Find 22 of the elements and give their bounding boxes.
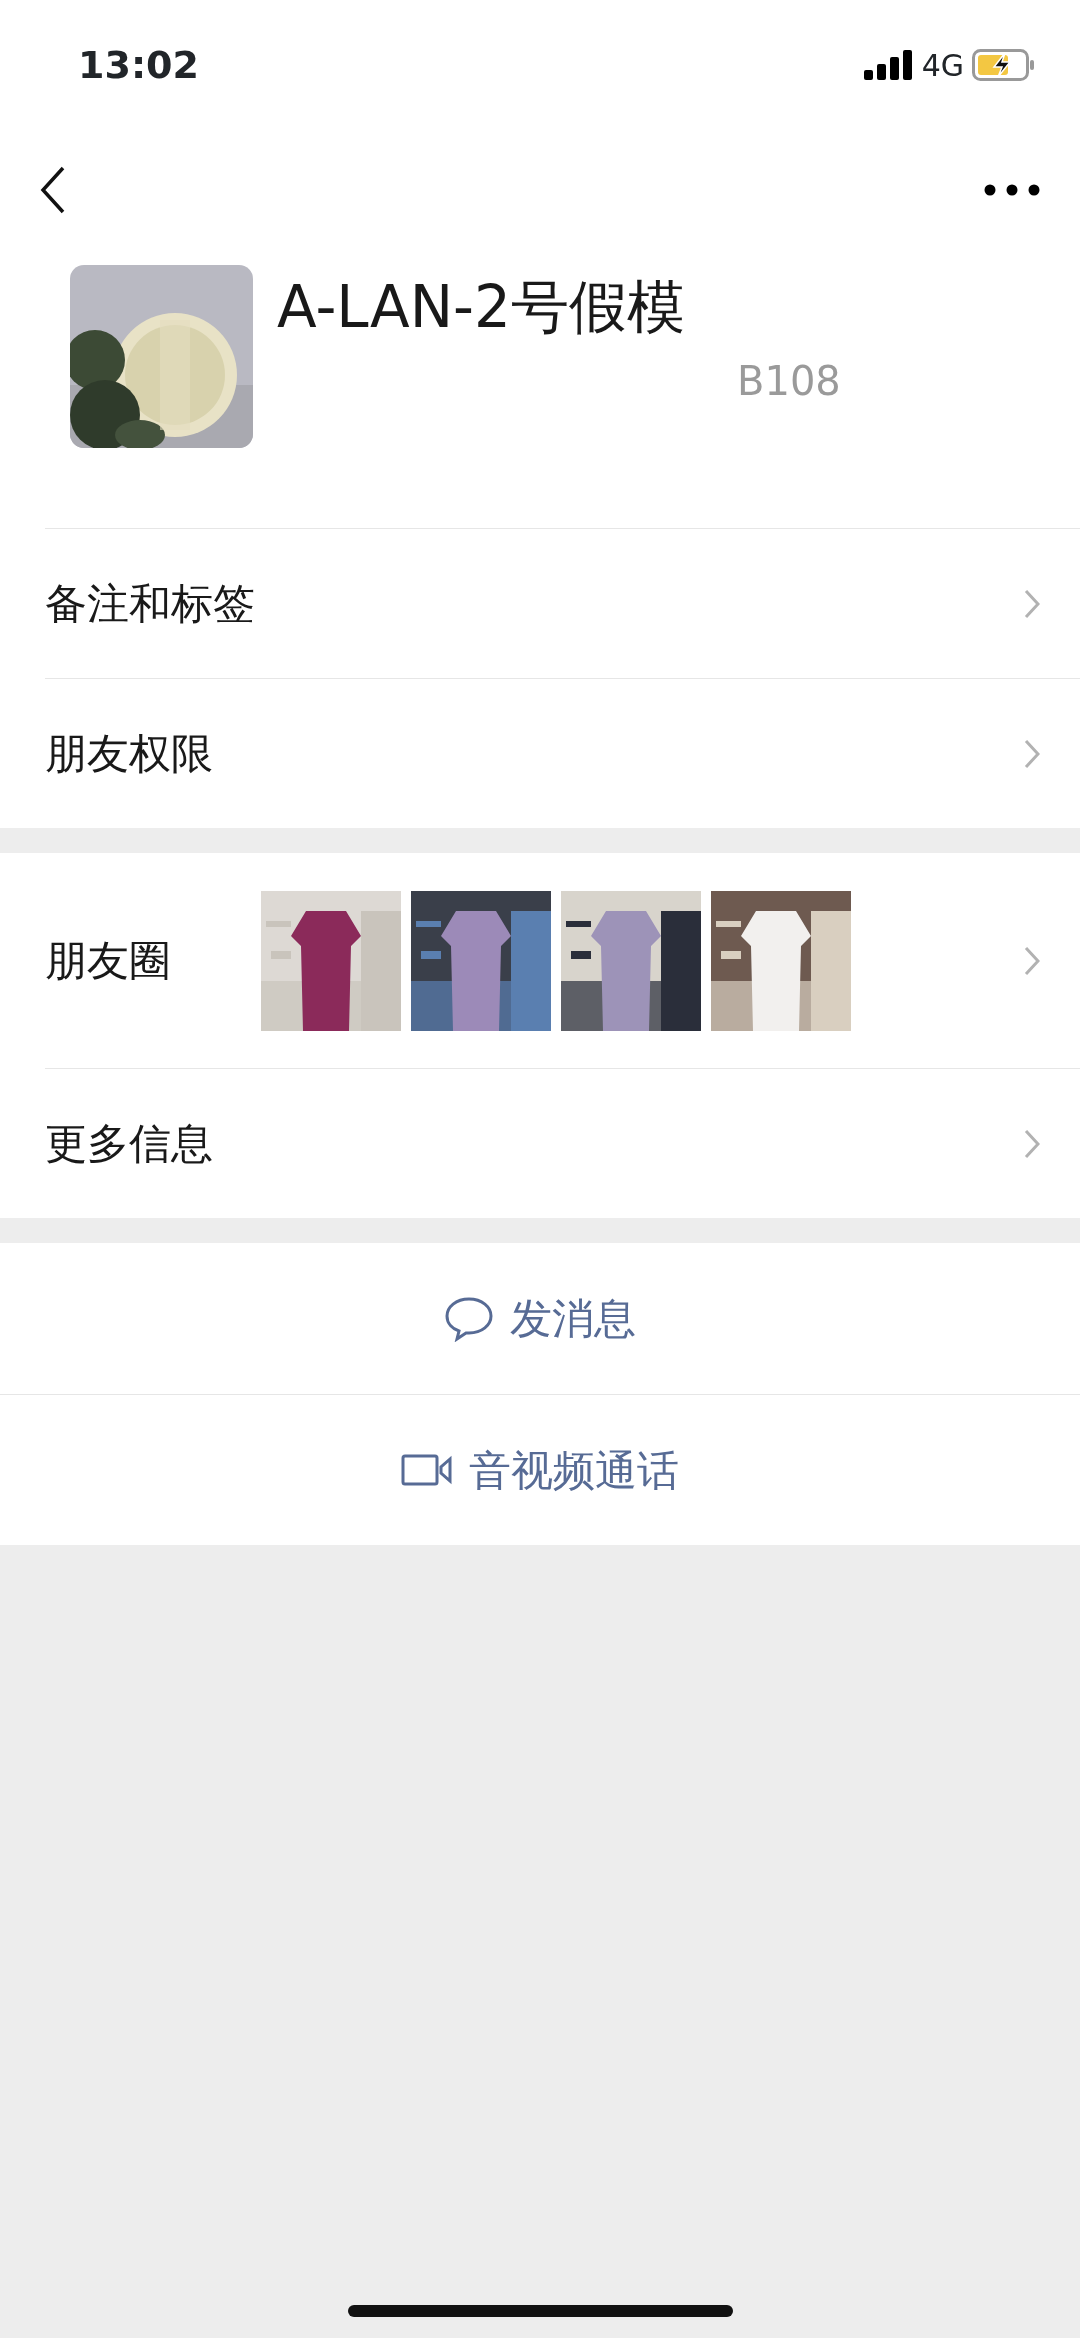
row-label: 朋友权限 bbox=[45, 728, 213, 780]
network-label: 4G bbox=[921, 46, 964, 85]
contact-name: A-LAN-2号假模 bbox=[277, 273, 686, 343]
menu-row[interactable]: 备注和标签 bbox=[45, 528, 1080, 678]
menu-row[interactable]: 朋友圈 bbox=[45, 853, 1080, 1068]
row-label: 朋友圈 bbox=[45, 935, 171, 987]
more-icon[interactable] bbox=[984, 184, 1040, 196]
menu-row[interactable]: 更多信息 bbox=[45, 1068, 1080, 1218]
chevron-icon bbox=[1024, 1128, 1040, 1159]
signal-icon bbox=[863, 50, 914, 80]
row-label: 备注和标签 bbox=[45, 578, 255, 630]
chevron-icon bbox=[1024, 738, 1040, 769]
video-camera-icon bbox=[401, 1453, 453, 1487]
row-label: 更多信息 bbox=[45, 1118, 213, 1170]
menu-row[interactable]: 朋友权限 bbox=[45, 678, 1080, 828]
clock-time: 13:02 bbox=[78, 41, 199, 89]
chevron-icon bbox=[1024, 588, 1040, 619]
contact-subtitle: B108 bbox=[736, 356, 841, 406]
battery-charging-icon bbox=[972, 49, 1036, 81]
chat-bubble-icon bbox=[444, 1295, 494, 1342]
back-icon[interactable] bbox=[40, 166, 66, 214]
chevron-icon bbox=[1024, 945, 1040, 976]
